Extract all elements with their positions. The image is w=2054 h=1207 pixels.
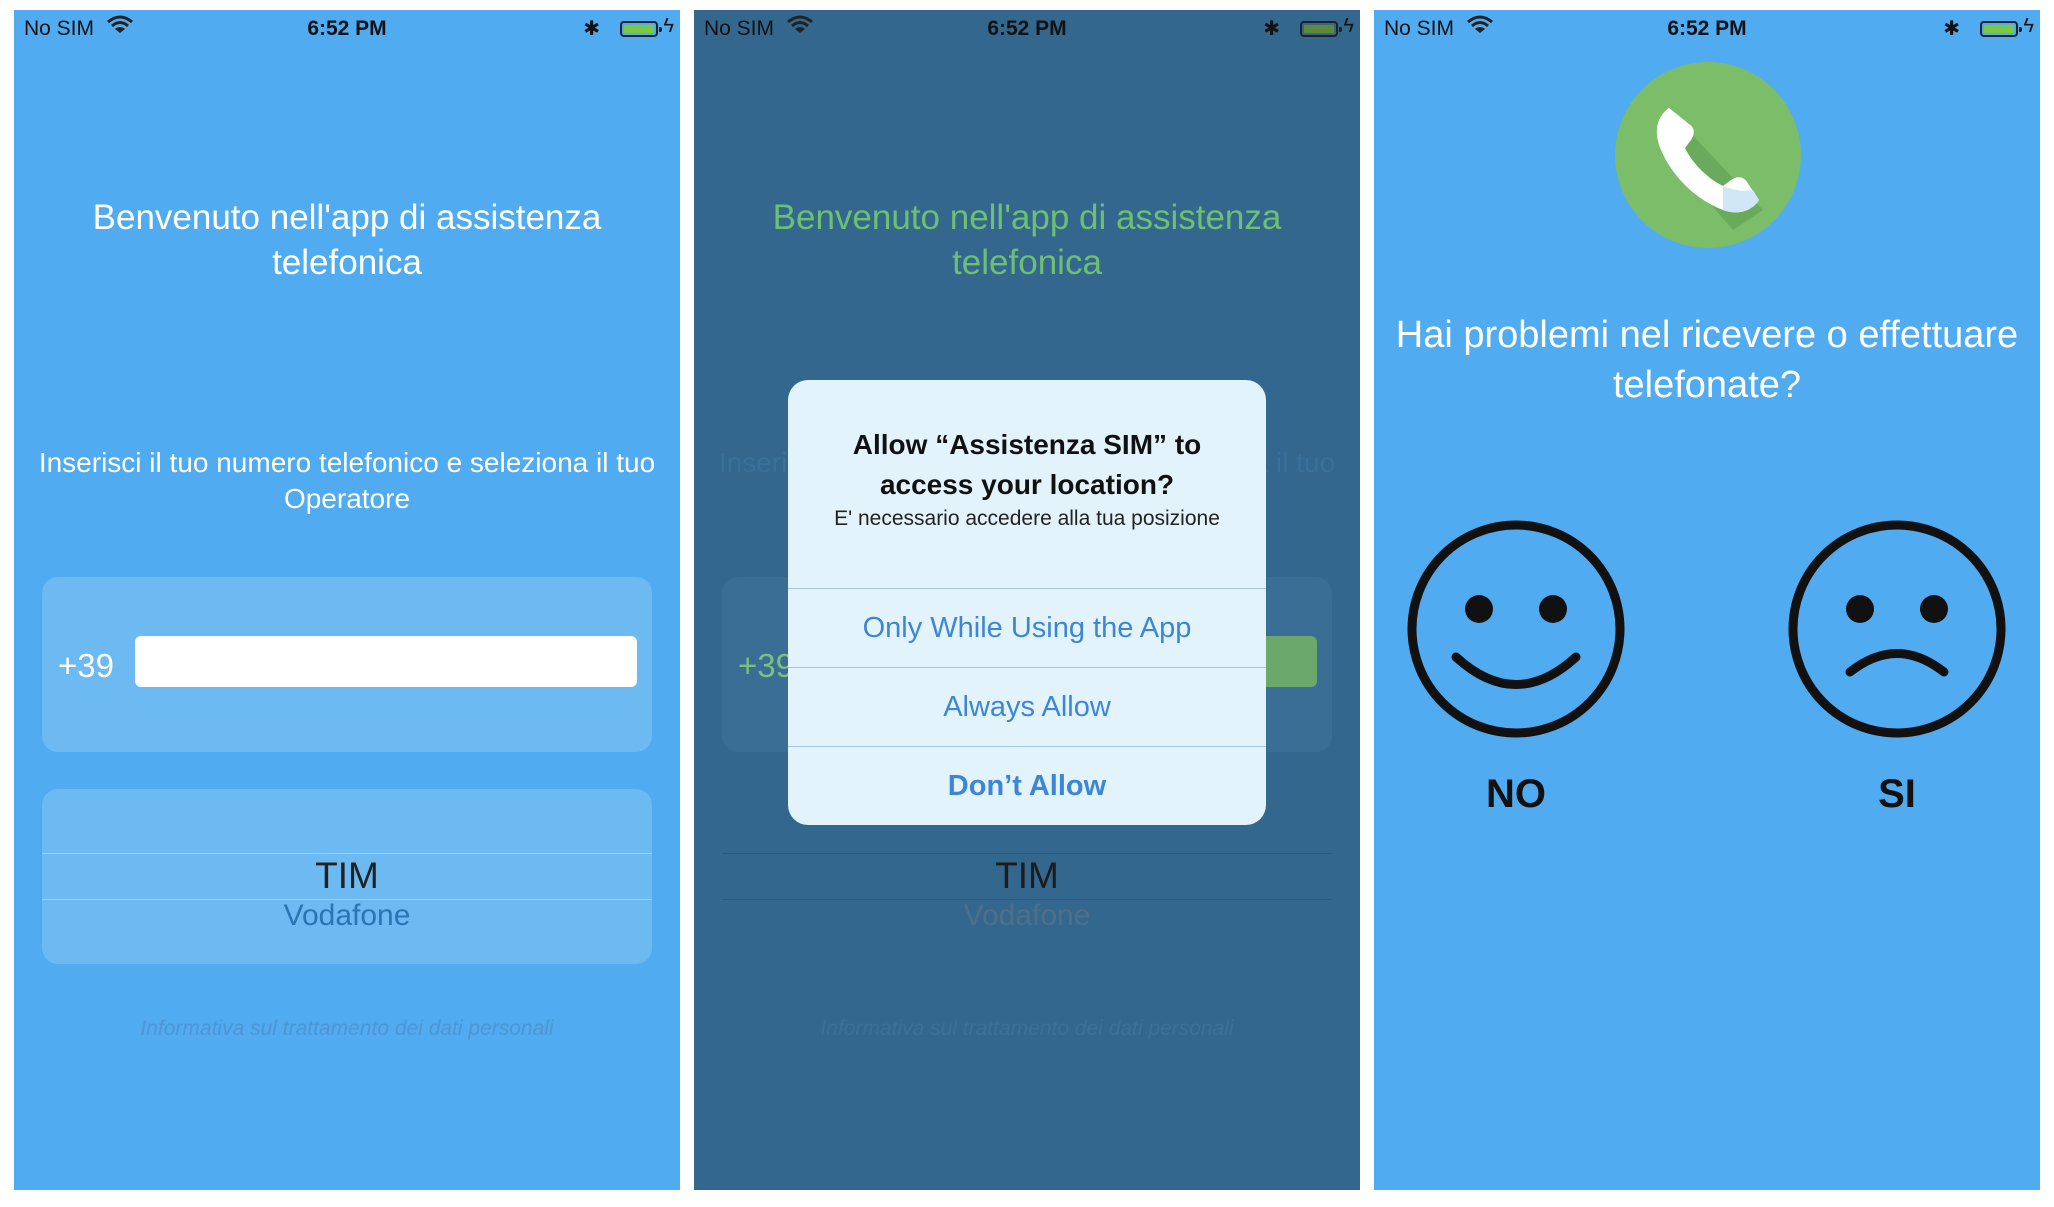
battery-icon bbox=[1980, 21, 2022, 37]
screen-survey: No SIM 6:52 PM ✱ ϟ Hai problemi nel rice… bbox=[1374, 10, 2040, 1190]
allow-while-using-button[interactable]: Only While Using the App bbox=[788, 588, 1266, 668]
phone-number-input[interactable] bbox=[135, 636, 637, 687]
battery-icon bbox=[620, 21, 662, 37]
status-bar: No SIM 6:52 PM ✱ ϟ bbox=[14, 10, 680, 48]
country-prefix: +39 bbox=[58, 647, 114, 684]
instruction-text: Inserisci il tuo numero telefonico e sel… bbox=[38, 447, 656, 514]
location-permission-alert: Allow “Assistenza SIM” to access your lo… bbox=[788, 380, 1266, 825]
picker-selected-operator: TIM bbox=[995, 855, 1059, 896]
alert-message: E' necessario accedere alla tua posizion… bbox=[834, 507, 1220, 530]
alert-title: Allow “Assistenza SIM” to access your lo… bbox=[852, 429, 1202, 500]
answer-si-label[interactable]: SI bbox=[1787, 772, 2007, 817]
welcome-title: Benvenuto nell'app di assistenza telefon… bbox=[772, 198, 1282, 282]
charging-icon: ϟ bbox=[663, 15, 674, 37]
clock: 6:52 PM bbox=[307, 17, 387, 40]
status-bar: No SIM 6:52 PM ✱ ϟ bbox=[1374, 10, 2040, 48]
charging-icon: ϟ bbox=[1343, 15, 1354, 37]
privacy-link[interactable]: Informativa sul trattamento dei dati per… bbox=[14, 1017, 680, 1041]
battery-icon bbox=[1300, 21, 1342, 37]
phone-panel: +39 bbox=[42, 577, 652, 752]
clock: 6:52 PM bbox=[987, 17, 1067, 40]
charging-icon: ϟ bbox=[2023, 15, 2034, 37]
picker-option: Vodafone bbox=[963, 899, 1091, 932]
phone-call-icon bbox=[1615, 62, 1801, 248]
operator-picker[interactable]: TIM Vodafone bbox=[42, 789, 652, 964]
privacy-link: Informativa sul trattamento dei dati per… bbox=[820, 1017, 1234, 1040]
screen-location-alert: No SIM 6:52 PM ✱ ϟ Benvenuto nell'app di… bbox=[694, 10, 1360, 1190]
happy-face-icon[interactable] bbox=[1404, 517, 1628, 741]
status-bar: No SIM 6:52 PM ✱ ϟ bbox=[694, 10, 1360, 48]
screen-login: No SIM 6:52 PM ✱ ϟ Benvenuto nell'app di… bbox=[14, 10, 680, 1190]
bluetooth-icon: ✱ bbox=[1943, 18, 1960, 40]
picker-divider bbox=[722, 853, 1332, 854]
bluetooth-icon: ✱ bbox=[583, 18, 600, 40]
dont-allow-button[interactable]: Don’t Allow bbox=[788, 746, 1266, 825]
clock: 6:52 PM bbox=[1667, 17, 1747, 40]
sad-face-icon[interactable] bbox=[1785, 517, 2009, 741]
picker-option[interactable]: Vodafone bbox=[42, 899, 652, 933]
picker-divider bbox=[42, 853, 652, 854]
answer-no-label[interactable]: NO bbox=[1406, 772, 1626, 817]
bluetooth-icon: ✱ bbox=[1263, 18, 1280, 40]
survey-question: Hai problemi nel ricevere o effettuare t… bbox=[1395, 314, 2019, 406]
country-prefix: +39 bbox=[738, 647, 794, 684]
picker-selected-operator[interactable]: TIM bbox=[42, 855, 652, 897]
always-allow-button[interactable]: Always Allow bbox=[788, 667, 1266, 747]
welcome-title: Benvenuto nell'app di assistenza telefon… bbox=[92, 198, 602, 282]
